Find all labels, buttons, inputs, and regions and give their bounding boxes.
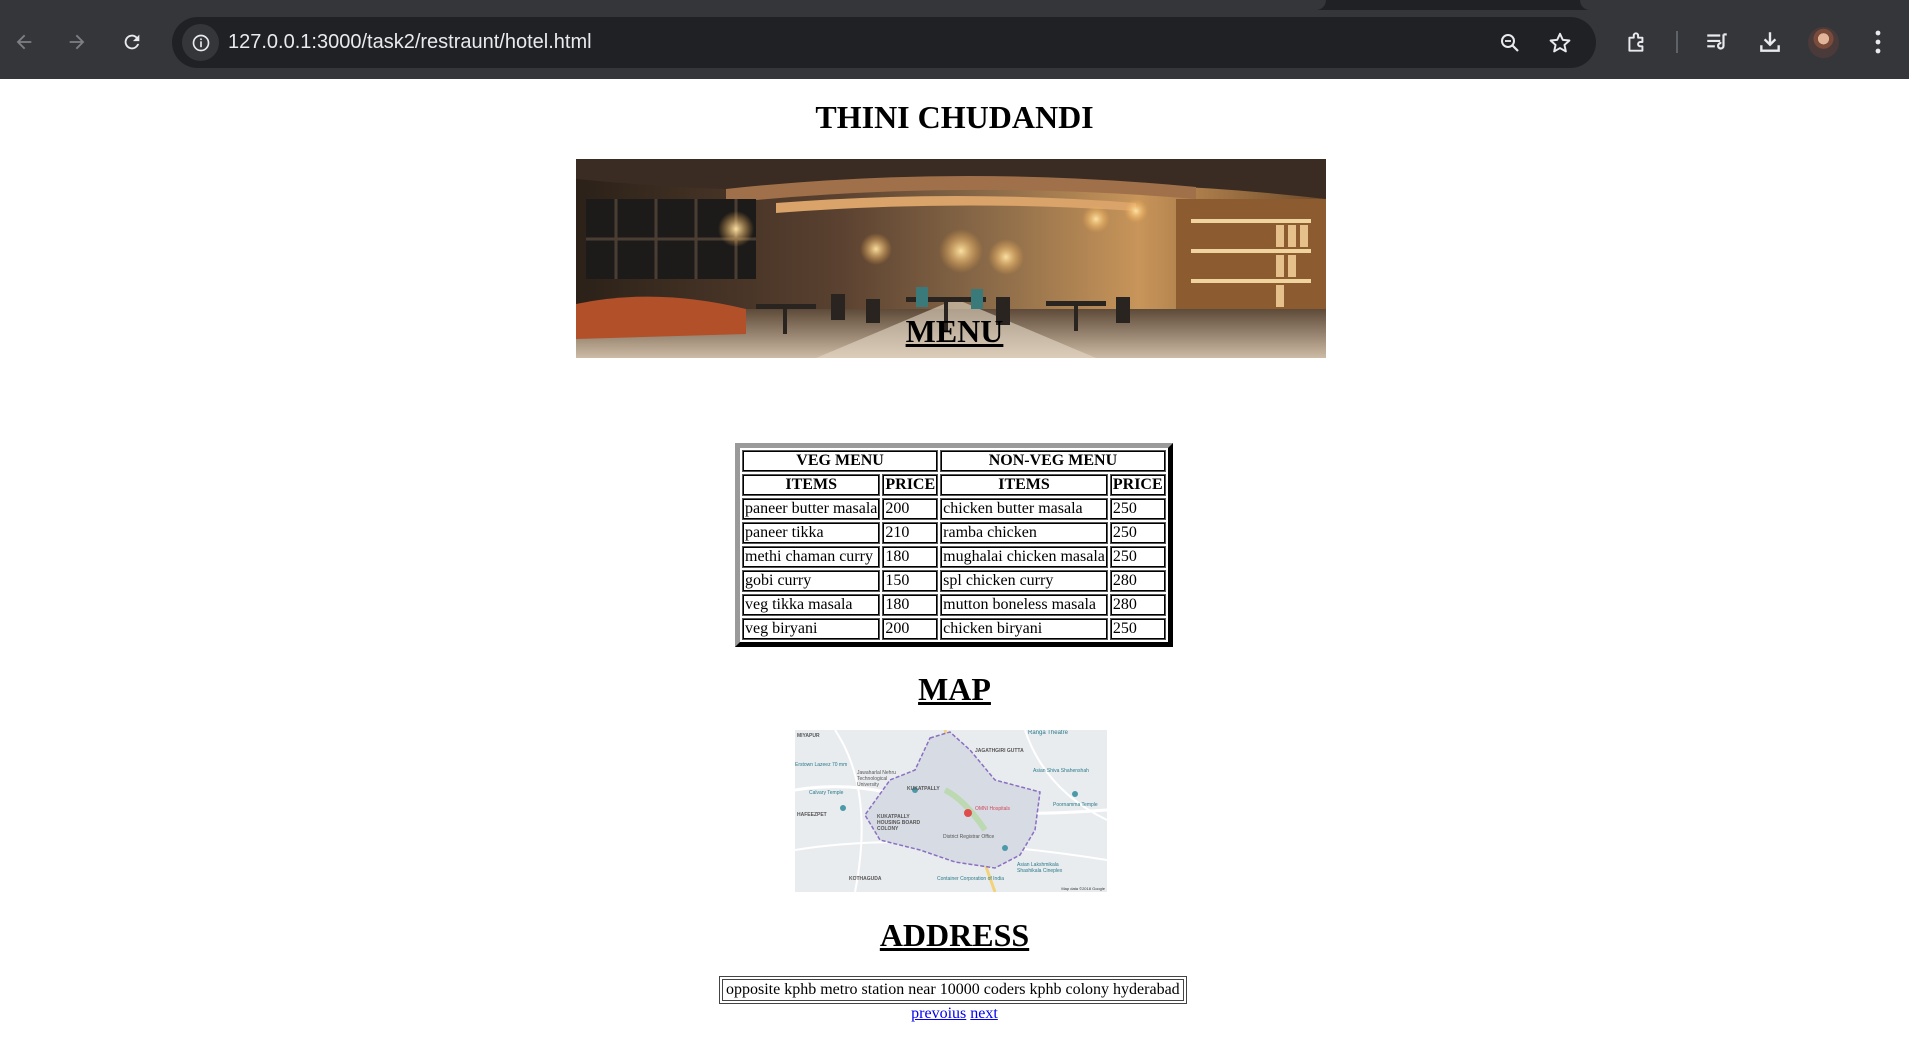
inactive-tab[interactable] xyxy=(1580,0,1909,10)
map-label-container: Container Corporation of India xyxy=(937,876,1004,882)
map-label-lazeez: Erstown Lazeez 70 mm xyxy=(795,762,848,768)
nonveg-price-cell: 280 xyxy=(1109,594,1166,616)
veg-item-cell: methi chaman curry xyxy=(742,546,881,568)
veg-menu-header: VEG MENU xyxy=(742,450,939,472)
map-credit: Map data ©2018 Google xyxy=(1061,886,1105,891)
address-heading: ADDRESS xyxy=(879,917,1030,953)
nonveg-price-cell: 250 xyxy=(1109,522,1166,544)
nonveg-item-cell: ramba chicken xyxy=(940,522,1108,544)
page-title: THINI CHUDANDI xyxy=(815,99,1094,135)
more-menu-button[interactable] xyxy=(1858,22,1898,62)
location-map-image: MIYAPUR Ranga Theatre JAGATHGIRI GUTTA E… xyxy=(795,730,1107,892)
downloads-button[interactable] xyxy=(1750,22,1790,62)
bookmark-button[interactable] xyxy=(1542,25,1578,61)
table-row: paneer butter masala 200 chicken butter … xyxy=(742,498,1166,520)
veg-price-cell: 200 xyxy=(882,498,939,520)
map-label-jagathgiri: JAGATHGIRI GUTTA xyxy=(975,748,1024,754)
nonveg-price-cell: 250 xyxy=(1109,498,1166,520)
map-label-kukatpally: KUKATPALLY xyxy=(907,786,940,792)
nonveg-price-cell: 250 xyxy=(1109,546,1166,568)
nonveg-item-cell: chicken butter masala xyxy=(940,498,1108,520)
veg-item-cell: paneer tikka xyxy=(742,522,881,544)
page-content: THINI CHUDANDI MENU VEG MENU NON-VEG MEN… xyxy=(0,79,1909,1054)
table-row: paneer tikka 210 ramba chicken 250 xyxy=(742,522,1166,544)
tab-search-button[interactable] xyxy=(1697,22,1737,62)
address-text: opposite kphb metro station near 10000 c… xyxy=(722,979,1184,1001)
map-heading: MAP xyxy=(918,671,991,707)
reload-icon xyxy=(124,34,140,50)
tab-strip xyxy=(0,0,1909,10)
nonveg-items-column-header: ITEMS xyxy=(940,474,1108,496)
zoom-icon xyxy=(1501,34,1519,52)
menu-table-wrapper: VEG MENU NON-VEG MENU ITEMS PRICE ITEMS … xyxy=(735,443,1173,647)
map-label-miyapur: MIYAPUR xyxy=(797,733,820,739)
table-row: veg biryani 200 chicken biryani 250 xyxy=(742,618,1166,640)
map-label-ranga-theatre: Ranga Theatre xyxy=(1028,730,1068,736)
previous-link[interactable]: prevoius xyxy=(911,1005,966,1022)
nonveg-price-cell: 280 xyxy=(1109,570,1166,592)
browser-toolbar: 127.0.0.1:3000/task2/restraunt/hotel.htm… xyxy=(0,0,1909,79)
nonveg-item-cell: chicken biryani xyxy=(940,618,1108,640)
veg-item-cell: veg biryani xyxy=(742,618,881,640)
more-menu-icon xyxy=(1875,30,1881,54)
veg-price-cell: 210 xyxy=(882,522,939,544)
bookmark-star-icon xyxy=(1549,32,1571,53)
nonveg-price-cell: 250 xyxy=(1109,618,1166,640)
menu-table: VEG MENU NON-VEG MENU ITEMS PRICE ITEMS … xyxy=(735,443,1173,647)
site-info-icon xyxy=(192,34,209,51)
tab-search-icon xyxy=(1707,33,1727,50)
extensions-button[interactable] xyxy=(1617,22,1657,62)
nonveg-item-cell: mutton boneless masala xyxy=(940,594,1108,616)
map-label-district-office: District Registrar Office xyxy=(943,834,995,840)
nonveg-menu-header: NON-VEG MENU xyxy=(940,450,1166,472)
address-bar[interactable]: 127.0.0.1:3000/task2/restraunt/hotel.htm… xyxy=(172,17,1596,68)
forward-arrow-icon xyxy=(69,34,85,50)
map-label-asian-lakshmi: Asian Lakshmikala Shashikala Cineplex xyxy=(1017,862,1063,874)
nonveg-price-column-header: PRICE xyxy=(1109,474,1166,496)
menu-heading: MENU xyxy=(905,313,1004,349)
veg-items-column-header: ITEMS xyxy=(742,474,881,496)
back-arrow-icon xyxy=(16,34,32,50)
map-label-poornamma: Poornamma Temple xyxy=(1053,802,1098,808)
map-label-omni: OMNI Hospitals xyxy=(975,806,1011,812)
next-link[interactable]: next xyxy=(970,1005,998,1022)
veg-item-cell: paneer butter masala xyxy=(742,498,881,520)
toolbar-separator xyxy=(1676,31,1678,53)
reload-button[interactable] xyxy=(110,20,154,64)
veg-price-cell: 150 xyxy=(882,570,939,592)
url-text[interactable]: 127.0.0.1:3000/task2/restraunt/hotel.htm… xyxy=(228,17,592,68)
veg-price-cell: 200 xyxy=(882,618,939,640)
site-info-button[interactable] xyxy=(182,24,219,61)
map-label-housing-board: KUKATPALLY HOUSING BOARD COLONY xyxy=(877,814,921,832)
veg-item-cell: veg tikka masala xyxy=(742,594,881,616)
veg-item-cell: gobi curry xyxy=(742,570,881,592)
veg-price-cell: 180 xyxy=(882,546,939,568)
back-button[interactable] xyxy=(2,20,46,64)
table-row: gobi curry 150 spl chicken curry 280 xyxy=(742,570,1166,592)
extensions-icon xyxy=(1628,32,1644,52)
address-table-wrapper: opposite kphb metro station near 10000 c… xyxy=(719,976,1187,1004)
table-row: methi chaman curry 180 mughalai chicken … xyxy=(742,546,1166,568)
forward-button[interactable] xyxy=(55,20,99,64)
download-icon xyxy=(1760,32,1780,52)
map-label-calvary: Calvary Temple xyxy=(809,790,844,796)
veg-price-column-header: PRICE xyxy=(882,474,939,496)
map-label-jntu: Jawaharlal Nehru Technological Universit… xyxy=(857,770,896,788)
avatar[interactable] xyxy=(1808,27,1839,58)
active-tab[interactable] xyxy=(0,0,1326,10)
veg-price-cell: 180 xyxy=(882,594,939,616)
zoom-button[interactable] xyxy=(1492,25,1528,61)
map-label-asian-shiva: Asian Shiva Shahenshah xyxy=(1033,768,1089,774)
nonveg-item-cell: spl chicken curry xyxy=(940,570,1108,592)
map-label-hafeezpet: HAFEEZPET xyxy=(797,812,827,818)
address-table: opposite kphb metro station near 10000 c… xyxy=(719,976,1187,1004)
nonveg-item-cell: mughalai chicken masala xyxy=(940,546,1108,568)
map-label-kothaguda: KOTHAGUDA xyxy=(849,876,882,882)
page-navigation-links: prevoius next xyxy=(0,1004,1909,1024)
table-row: veg tikka masala 180 mutton boneless mas… xyxy=(742,594,1166,616)
